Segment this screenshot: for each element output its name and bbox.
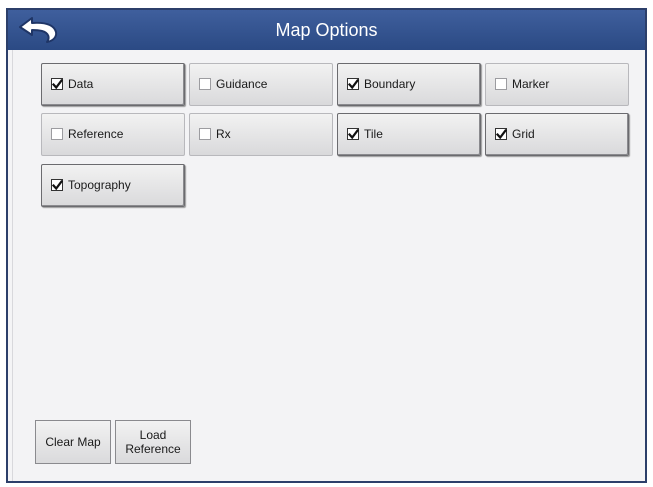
option-label: Rx bbox=[216, 127, 231, 141]
option-boundary[interactable]: Boundary bbox=[337, 63, 481, 106]
clear-map-label: Clear Map bbox=[45, 435, 101, 449]
option-label: Data bbox=[68, 77, 94, 91]
option-label: Boundary bbox=[364, 77, 416, 91]
checkmark-icon bbox=[348, 129, 359, 140]
option-grid[interactable]: Grid bbox=[485, 113, 629, 156]
option-data[interactable]: Data bbox=[41, 63, 185, 106]
checkbox[interactable] bbox=[51, 78, 63, 90]
checkbox[interactable] bbox=[347, 78, 359, 90]
title-bar: Map Options bbox=[8, 10, 645, 50]
checkbox[interactable] bbox=[495, 128, 507, 140]
checkbox[interactable] bbox=[51, 179, 63, 191]
clear-map-button[interactable]: Clear Map bbox=[35, 420, 111, 464]
checkmark-icon bbox=[52, 79, 63, 90]
map-options-window: Map Options Data Guidance Boundary Marke… bbox=[6, 8, 647, 483]
option-marker[interactable]: Marker bbox=[485, 63, 629, 106]
checkmark-icon bbox=[496, 129, 507, 140]
option-label: Topography bbox=[68, 178, 131, 192]
option-topography[interactable]: Topography bbox=[41, 164, 185, 207]
checkbox[interactable] bbox=[199, 128, 211, 140]
load-reference-label-line1: Load bbox=[139, 428, 167, 442]
option-reference[interactable]: Reference bbox=[41, 113, 185, 156]
options-panel: Data Guidance Boundary Marker Reference … bbox=[12, 50, 642, 481]
option-label: Marker bbox=[512, 77, 550, 91]
option-tile[interactable]: Tile bbox=[337, 113, 481, 156]
option-label: Grid bbox=[512, 127, 535, 141]
window-title: Map Options bbox=[275, 20, 378, 40]
checkmark-icon bbox=[348, 79, 359, 90]
option-label: Tile bbox=[364, 127, 383, 141]
option-rx[interactable]: Rx bbox=[189, 113, 333, 156]
checkmark-icon bbox=[52, 180, 63, 191]
checkbox[interactable] bbox=[495, 78, 507, 90]
checkbox[interactable] bbox=[199, 78, 211, 90]
load-reference-button[interactable]: Load Reference bbox=[115, 420, 191, 464]
option-label: Reference bbox=[68, 127, 124, 141]
checkbox[interactable] bbox=[347, 128, 359, 140]
load-reference-label-line2: Reference bbox=[125, 442, 181, 456]
checkbox[interactable] bbox=[51, 128, 63, 140]
option-label: Guidance bbox=[216, 77, 268, 91]
option-guidance[interactable]: Guidance bbox=[189, 63, 333, 106]
